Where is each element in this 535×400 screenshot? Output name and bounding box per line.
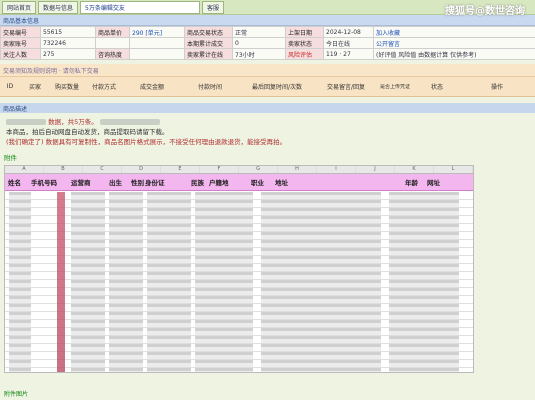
period-deals-label: 本期累计成交 [184,37,233,49]
col-payment-method: 付款方式 [91,84,116,91]
risk-note: (好评值 风险值 由数据计算 仅供参考) [373,48,535,60]
tab-home[interactable]: 网站首页 [2,0,37,14]
col-buyer: 买家 [28,84,41,91]
seller-status-label: 卖家状态 [285,37,324,49]
sheet-header-address: 地址 [275,179,288,187]
blurred-age-url [389,192,459,372]
col-status: 状态 [430,84,443,91]
watermark: 搜狐号@数世咨询 [445,6,525,17]
trade-id-value: 55615 [40,26,96,38]
trade-id-label: 交易编号 [0,26,41,38]
sheet-header-carrier: 运营商 [71,179,91,187]
sheet-header-idcard: 身份证 [145,179,165,187]
risk-label: 风险评估 [285,48,324,60]
blurred-names [9,192,31,372]
col-amount: 成交金额 [139,84,164,91]
public-message-link[interactable]: 公开留言 [373,37,535,49]
tab-listing[interactable]: 5万条编辑交友 [80,0,201,14]
seller-online-label: 卖家累计在线 [184,48,233,60]
period-deals-value: 0 [232,37,286,49]
description-header: 商品描述 [0,103,535,113]
seller-account-label: 卖家账号 [0,37,41,49]
risk-value: 119 · 27 [323,48,374,60]
blurred-idcard [147,192,191,372]
sheet-header-birth: 出生 [109,179,122,187]
sheet-header-job: 职业 [251,179,264,187]
attachment-section: 附件 ABCDEFGHIJKL 姓名 手机号码 运营商 出生 性别 身份证 民族… [0,153,535,373]
blurred-hukou [195,192,253,372]
attachment-spreadsheet-image[interactable]: ABCDEFGHIJKL 姓名 手机号码 运营商 出生 性别 身份证 民族 户籍… [4,165,474,373]
add-favorite-link[interactable]: 加入收藏 [373,26,535,38]
sheet-header-gender: 性别 [131,179,144,187]
blurred-address [261,192,381,372]
seller-online-value: 73小时 [232,48,286,60]
info-row: 关注人数 275 咨询热度 卖家累计在线 73小时 风险评估 119 · 27 … [0,48,535,60]
sheet-header-age: 年龄 [405,179,418,187]
info-row: 卖家账号 732246 本期累计成交 0 卖家状态 今日在线 公开留言 [0,37,535,49]
sheet-column-letters: ABCDEFGHIJKL [5,166,473,174]
tab-service[interactable]: 客服 [202,0,225,14]
sheet-header-url: 网址 [427,179,440,187]
followers-label: 关注人数 [0,48,41,60]
col-quantity: 购买数量 [54,84,79,91]
unit-price-value: 290 [单元] [129,26,185,38]
attachment-label: 附件 [4,154,17,162]
description-line: 本商品，拍后自动网盘自动发货，商品提取码请留下载。 [6,128,169,136]
sheet-header-phone: 手机号码 [31,179,57,187]
description-body: 数据，共5万条。 本商品，拍后自动网盘自动发货，商品提取码请留下载。 (我们确定… [0,113,535,151]
inquiry-heat-label: 咨询热度 [95,48,130,60]
seller-status-value: 今日在线 [323,37,374,49]
col-last-reply: 最后回复时间/次数 [251,84,303,91]
sheet-header-hukou: 户籍地 [209,179,229,187]
listing-date-label: 上架日期 [285,26,324,38]
col-id: ID [6,83,14,90]
followers-value: 275 [40,48,96,60]
info-row: 交易编号 55615 商品单价 290 [单元] 商品交易状态 正常 上架日期 … [0,26,535,38]
sheet-header-row: 姓名 手机号码 运营商 出生 性别 身份证 民族 户籍地 职业 地址 年龄 网址 [5,174,473,191]
description-line: 数据，共5万条。 [6,117,529,127]
order-table-header: ID 买家 购买数量 付款方式 成交金额 付款时间 最后回复时间/次数 交易留言… [0,77,535,97]
listing-date-value: 2024-12-08 [323,26,374,38]
sheet-header-name: 姓名 [8,179,21,187]
trade-status-value: 正常 [232,26,286,38]
trade-status-label: 商品交易状态 [184,26,233,38]
bottom-note: 附件图片 [4,391,29,398]
description-line: (我们确定了) 数据具有可复制性，商品名图片格式展示，不接受任何理由退款退货，能… [6,138,287,146]
unit-price-label: 商品单价 [95,26,130,38]
col-action: 操作 [490,84,503,91]
highlighted-phone-column [57,192,65,372]
blurred-birth-gender [109,192,143,372]
notice-bar: 交易须知及规则说明 · 请勿私下交易 [0,64,535,77]
basic-info-table: 交易编号 55615 商品单价 290 [单元] 商品交易状态 正常 上架日期 … [0,26,535,60]
col-voucher: 是否上传凭证 [379,83,410,90]
col-message: 交易留言/回复 [326,84,366,91]
seller-account-value: 732246 [40,37,96,49]
sheet-header-ethnicity: 民族 [191,179,204,187]
tab-data-info[interactable]: 数据与信息 [38,0,79,14]
blurred-carrier [71,192,105,372]
col-payment-time: 付款时间 [197,84,222,91]
